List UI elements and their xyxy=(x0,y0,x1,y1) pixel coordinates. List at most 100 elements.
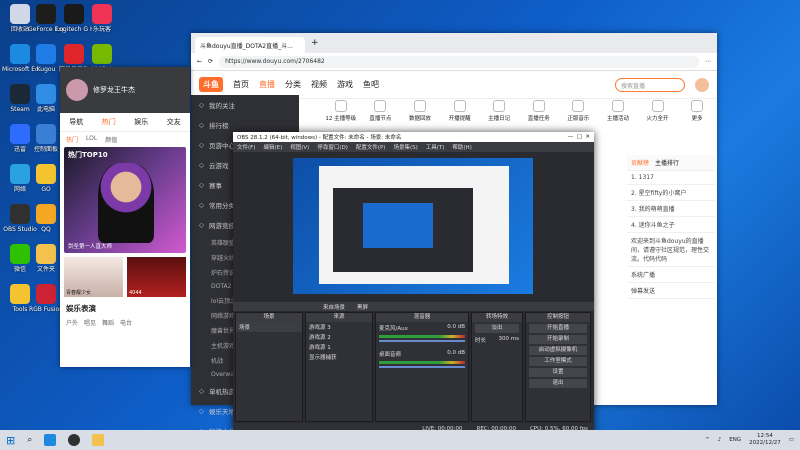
douyu-client-window: 修罗龙王牛杰 导航 热门 娱乐 交友 热门 LOL 颜值 热门TOP10 剑圣第… xyxy=(60,67,190,367)
nav-item-home[interactable]: 首页 xyxy=(233,79,249,90)
thumb-2-label: 4044 xyxy=(129,290,142,296)
thumb-2[interactable]: 4044 xyxy=(127,257,186,297)
desktop-icon[interactable]: GO xyxy=(28,164,64,193)
user-avatar[interactable] xyxy=(695,77,709,92)
section-tab-dance[interactable]: 舞蹈 xyxy=(102,318,114,327)
douyu-logo[interactable]: 斗鱼 xyxy=(199,77,223,92)
scene-from-label[interactable]: 来自场景 xyxy=(323,303,345,311)
nav-item-video[interactable]: 视频 xyxy=(311,79,327,90)
desktop-icon[interactable]: 乐玩客 xyxy=(84,4,120,33)
subtab-hot[interactable]: 热门 xyxy=(66,135,78,144)
obs-menu-item[interactable]: 工具(T) xyxy=(426,143,445,151)
back-icon[interactable]: ← xyxy=(197,58,202,65)
chat-row: 弹幕发送 xyxy=(627,283,715,299)
nav-item-yuba[interactable]: 鱼吧 xyxy=(363,79,379,90)
mixer-slider-mic[interactable] xyxy=(379,340,465,342)
chat-tab-contrib[interactable]: 贡献榜 xyxy=(631,158,649,167)
mixer-db-mic: 0.0 dB xyxy=(447,324,465,330)
client-tab-social[interactable]: 交友 xyxy=(167,117,181,127)
obs-menu-item[interactable]: 编辑(E) xyxy=(263,143,282,151)
tool-item[interactable]: 数据回放 xyxy=(403,100,437,132)
source-item[interactable]: 游戏源 3 xyxy=(306,322,372,332)
desktop-icon[interactable]: 文件夹 xyxy=(28,244,64,273)
start-icon[interactable]: ⊞ xyxy=(6,434,15,447)
maximize-icon[interactable]: □ xyxy=(577,134,582,140)
subtab-looks[interactable]: 颜值 xyxy=(105,135,117,144)
tool-item[interactable]: 直播任务 xyxy=(522,100,556,132)
subtab-lol[interactable]: LOL xyxy=(86,135,97,144)
tool-item[interactable]: 12 主播等级 xyxy=(324,100,358,132)
desktop-icon[interactable]: QQ xyxy=(28,204,64,233)
obs-menu-item[interactable]: 帮助(H) xyxy=(452,143,471,151)
browser-tab[interactable]: 斗鱼douyu直播_DOTA2直播_斗... xyxy=(195,37,305,53)
close-icon[interactable]: ✕ xyxy=(585,134,590,140)
tool-label: 火力全开 xyxy=(646,116,669,122)
nav-item-live[interactable]: 直播 xyxy=(259,79,275,90)
desktop-icon[interactable]: 此电脑 xyxy=(28,84,64,113)
thumb-1[interactable]: 青春靓少女 xyxy=(64,257,123,297)
section-tab-outdoor[interactable]: 户外 xyxy=(66,318,78,327)
minimize-icon[interactable]: — xyxy=(568,134,574,140)
explorer-taskbar-icon[interactable] xyxy=(92,434,105,446)
nav-item-games[interactable]: 游戏 xyxy=(337,79,353,90)
chevron-up-icon[interactable]: ^ xyxy=(705,437,710,443)
url-field[interactable]: https://www.douyu.com/2706482 xyxy=(219,55,699,68)
virtual-camera-button[interactable]: 启动虚拟摄像机 xyxy=(529,346,587,355)
refresh-icon[interactable]: ⟳ xyxy=(208,58,213,65)
nav-item-category[interactable]: 分类 xyxy=(285,79,301,90)
lang-indicator[interactable]: ENG xyxy=(729,437,741,443)
obs-menu-item[interactable]: 视图(V) xyxy=(290,143,309,151)
start-streaming-button[interactable]: 开始直播 xyxy=(529,324,587,333)
sidebar-icon: ◇ xyxy=(199,161,204,169)
search-icon[interactable]: ⌕ xyxy=(27,435,32,445)
obs-menu-item[interactable]: 场景集(S) xyxy=(393,143,417,151)
obs-menu-item[interactable]: 停靠窗口(D) xyxy=(317,143,348,151)
client-tab-nav[interactable]: 导航 xyxy=(69,117,83,127)
sidebar-item[interactable]: ◇ 我的关注 xyxy=(191,95,299,115)
obs-menu-item[interactable]: 配置文件(P) xyxy=(356,143,386,151)
chat-row: 2. 星空fifty的小窝户 xyxy=(627,185,715,201)
exit-button[interactable]: 退出 xyxy=(529,379,587,388)
tool-item[interactable]: 火力全开 xyxy=(641,100,675,132)
tool-item[interactable]: 主播活动 xyxy=(601,100,635,132)
settings-button[interactable]: 设置 xyxy=(529,368,587,377)
search-input[interactable]: 搜索直播 xyxy=(615,77,685,92)
clock[interactable]: 12:54 2022/12/27 xyxy=(749,433,781,447)
studio-mode-button[interactable]: 工作室模式 xyxy=(529,357,587,366)
start-recording-button[interactable]: 开始录制 xyxy=(529,335,587,344)
obs-menu-item[interactable]: 文件(F) xyxy=(237,143,255,151)
source-item[interactable]: 显示器捕获 xyxy=(306,352,372,362)
tool-item[interactable]: 直播节点 xyxy=(363,100,397,132)
scenes-dock: 场景 场景 xyxy=(235,312,303,422)
transition-select[interactable]: 淡出 xyxy=(475,324,519,333)
transitions-dock: 转场特效 淡出 时长 300 ms xyxy=(471,312,523,422)
section-tab-sing[interactable]: 唱见 xyxy=(84,318,96,327)
speaker-icon[interactable]: ♪ xyxy=(718,437,722,443)
tool-item[interactable]: 正版音乐 xyxy=(561,100,595,132)
edge-taskbar-icon[interactable] xyxy=(44,434,57,446)
scene-item[interactable]: 场景 xyxy=(236,322,302,332)
section-tab-radio[interactable]: 电台 xyxy=(120,318,132,327)
black-screen-label[interactable]: 黑屏 xyxy=(357,303,368,311)
source-item[interactable]: 游戏源 2 xyxy=(306,332,372,342)
avatar[interactable] xyxy=(66,79,88,101)
obs-preview[interactable] xyxy=(293,158,533,294)
menu-icon[interactable]: ⋯ xyxy=(705,58,711,65)
tool-item[interactable]: 开播提醒 xyxy=(443,100,477,132)
mixer-slider-desktop[interactable] xyxy=(379,366,465,368)
notification-icon[interactable]: ▭ xyxy=(789,437,794,443)
desktop-icon[interactable]: 控制面板 xyxy=(28,124,64,153)
desktop-icon[interactable]: RGB Fusion xyxy=(28,284,64,313)
tool-item[interactable]: 更多 xyxy=(680,100,714,132)
source-item[interactable]: 游戏源 1 xyxy=(306,342,372,352)
duration-input[interactable]: 300 ms xyxy=(499,336,519,344)
tool-item[interactable]: 主播日记 xyxy=(482,100,516,132)
chat-tab-rank[interactable]: 主播排行 xyxy=(655,158,679,167)
tool-icon xyxy=(334,100,347,112)
client-tab-fun[interactable]: 娱乐 xyxy=(134,117,148,127)
banner[interactable]: 热门TOP10 剑圣第一人直大师 xyxy=(64,147,186,253)
obs-taskbar-icon[interactable] xyxy=(68,434,81,446)
sidebar-item-label: 单机热游 xyxy=(209,388,235,396)
new-tab-icon[interactable]: + xyxy=(311,38,319,48)
client-tab-hot[interactable]: 热门 xyxy=(102,117,116,127)
